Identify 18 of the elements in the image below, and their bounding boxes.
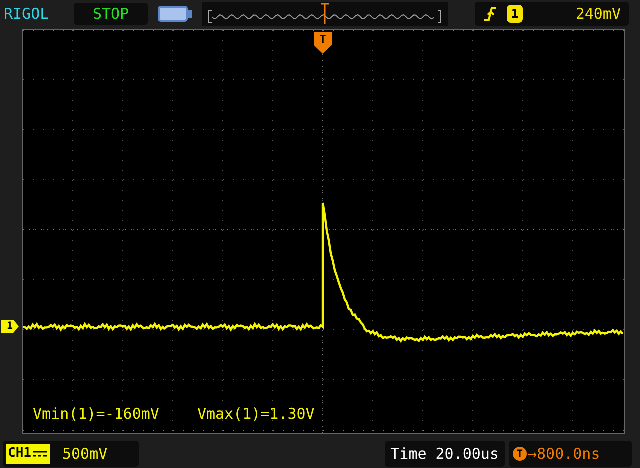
channel-label[interactable]: CH1	[6, 444, 50, 464]
measurement-readout: Vmax(1)=1.30V	[197, 404, 315, 425]
run-state-indicator[interactable]: STOP	[74, 3, 148, 25]
timebase-value: 20.00us	[436, 444, 499, 465]
channel-name: CH1	[8, 445, 32, 464]
dc-coupling-icon	[32, 449, 48, 459]
measurement-readout: Vmin(1)=-160mV	[33, 404, 160, 425]
battery-icon	[158, 6, 192, 22]
trigger-offset-value: →800.0ns	[528, 444, 600, 465]
rising-edge-icon	[483, 6, 497, 22]
trigger-channel-badge: 1	[507, 5, 523, 23]
timebase-label: Time	[390, 444, 427, 465]
trigger-position-marker[interactable]: T	[314, 32, 332, 54]
channel-marker[interactable]: 1	[1, 320, 19, 333]
brand-label: RIGOL	[4, 4, 50, 25]
trigger-level: 240mV	[576, 4, 621, 25]
trigger-offset-marker: T	[513, 447, 527, 461]
channel-scale: 500mV	[62, 444, 108, 465]
